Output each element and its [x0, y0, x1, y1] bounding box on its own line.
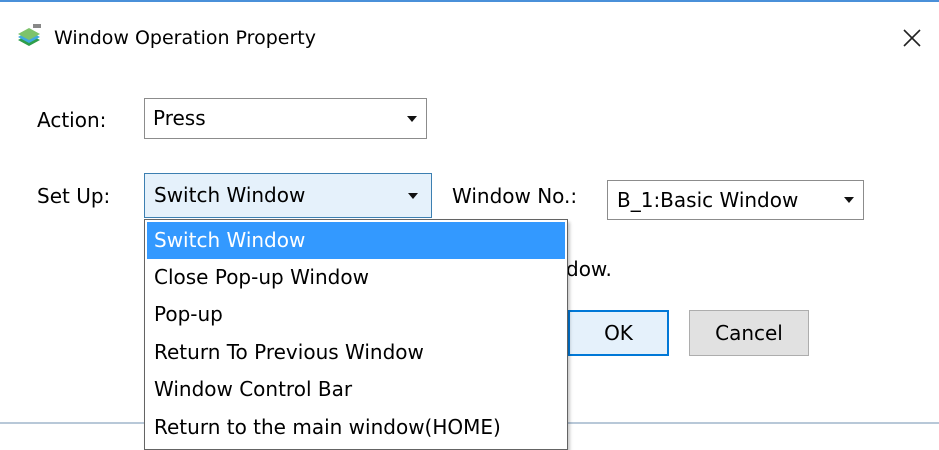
action-select-value: Press [153, 106, 206, 130]
setup-label: Set Up: [37, 184, 111, 208]
chevron-down-icon [844, 197, 854, 203]
action-label: Action: [37, 108, 107, 132]
setup-select-value: Switch Window [154, 183, 306, 207]
dropdown-item-return-previous-window[interactable]: Return To Previous Window [147, 334, 565, 371]
title-bar[interactable]: Window Operation Property [0, 2, 939, 60]
chevron-down-icon [407, 116, 417, 122]
window-no-select-value: B_1:Basic Window [617, 188, 799, 212]
dropdown-item-popup[interactable]: Pop-up [147, 296, 565, 333]
setup-select[interactable]: Switch Window [144, 173, 432, 218]
chevron-down-icon [408, 193, 418, 199]
app-icon [16, 24, 42, 50]
dropdown-item-window-control-bar[interactable]: Window Control Bar [147, 371, 565, 408]
hint-text: dow. [566, 257, 612, 281]
dropdown-item-close-popup-window[interactable]: Close Pop-up Window [147, 259, 565, 296]
action-select[interactable]: Press [144, 98, 427, 139]
window-no-select[interactable]: B_1:Basic Window [607, 180, 864, 220]
dropdown-item-switch-window[interactable]: Switch Window [147, 222, 565, 259]
window-operation-property-dialog: Window Operation Property Action: Press … [0, 0, 939, 450]
close-icon[interactable] [896, 22, 928, 54]
dropdown-item-return-main-window[interactable]: Return to the main window(HOME) [147, 409, 565, 446]
ok-button[interactable]: OK [568, 310, 669, 356]
window-no-label: Window No.: [452, 184, 578, 208]
setup-dropdown-list: Switch Window Close Pop-up Window Pop-up… [144, 219, 568, 450]
window-title: Window Operation Property [54, 27, 316, 49]
cancel-button[interactable]: Cancel [689, 310, 809, 356]
